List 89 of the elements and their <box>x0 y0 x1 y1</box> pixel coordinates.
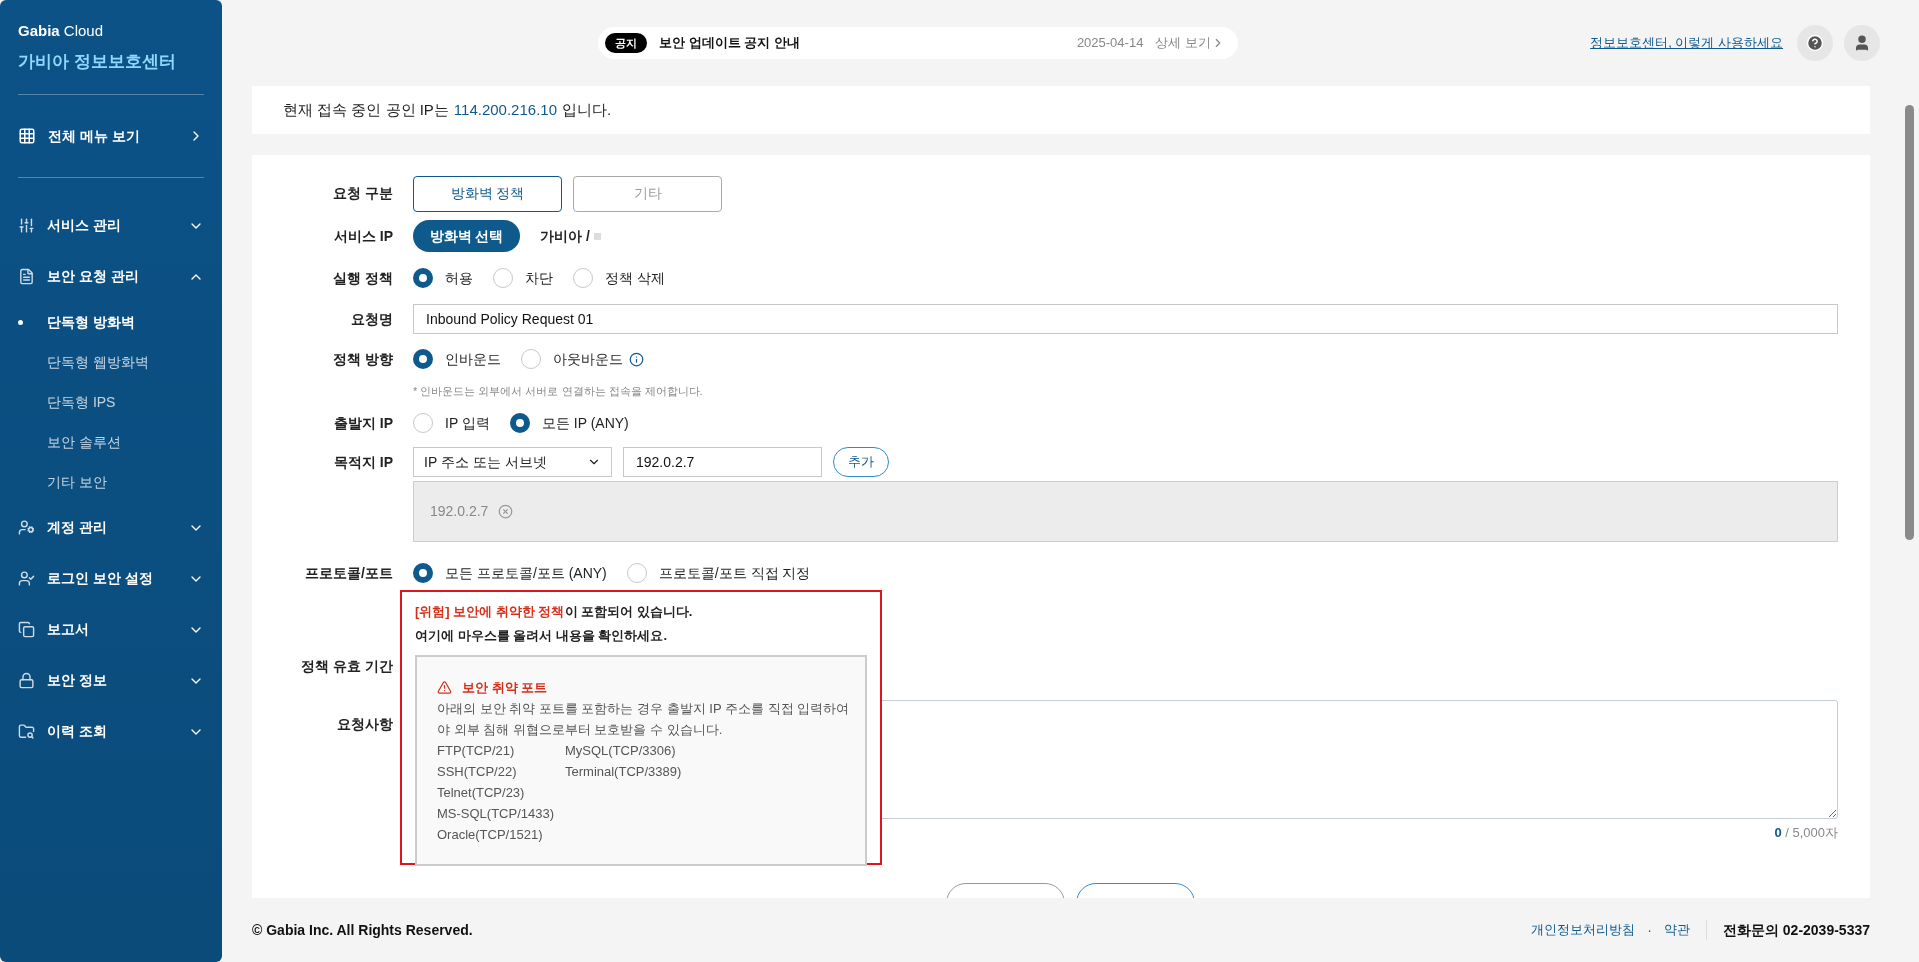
port-item: Telnet(TCP/23) <box>437 784 526 802</box>
port-item: FTP(TCP/21) <box>437 742 516 760</box>
guide-link[interactable]: 정보보호센터, 이렇게 사용하세요 <box>1590 33 1783 53</box>
radio-label: 아웃바운드 <box>553 349 623 369</box>
radio-button[interactable] <box>413 349 433 369</box>
profile-button[interactable] <box>1844 25 1880 61</box>
firewall-select-button[interactable]: 방화벽 선택 <box>413 220 520 252</box>
radio-label: 모든 IP (ANY) <box>541 413 629 433</box>
ip-address: 114.200.216.10 <box>453 99 557 120</box>
port-item: Oracle(TCP/1521) <box>437 826 544 844</box>
info-icon[interactable] <box>629 351 644 367</box>
ip-input[interactable]: 192.0.2.7 <box>623 447 822 477</box>
radio-button[interactable] <box>413 268 433 288</box>
radio-label: 프로토콜/포트 직접 지정 <box>658 563 811 583</box>
field-label: 목적지 IP <box>333 453 393 470</box>
radio-button[interactable] <box>413 563 433 583</box>
sidebar-menu-item[interactable]: 서비스 관리 <box>18 200 204 251</box>
folder-search-icon <box>18 723 35 740</box>
service-ip-value: 가비아 / <box>540 226 590 246</box>
warning-instruction: 여기에 마우스를 올려서 내용을 확인하세요. <box>415 626 669 645</box>
notice-bar[interactable]: 공지 보안 업데이트 공지 안내 2025-04-14 상세 보기 <box>598 27 1238 59</box>
phone-text: 전화문의 02-2039-5337 <box>1722 920 1870 940</box>
sidebar-menu-item[interactable]: 보안 요청 관리 <box>18 251 204 302</box>
sidebar-submenu-item[interactable]: 단독형 웹방화벽 <box>18 342 204 382</box>
notice-title: 보안 업데이트 공지 안내 <box>659 34 801 53</box>
sidebar-menu-item[interactable]: 보고서 <box>18 604 204 655</box>
ip-chip-text: 192.0.2.7 <box>430 502 489 521</box>
radio-label: 차단 <box>525 268 553 288</box>
field-label: 실행 정책 <box>333 269 393 286</box>
direction-note: * 인바운드는 외부에서 서버로 연결하는 접속을 제어합니다. <box>413 383 703 399</box>
warning-icon <box>437 680 452 695</box>
port-item: MySQL(TCP/3306) <box>565 742 677 760</box>
panel-title: 보안 취약 포트 <box>462 679 548 697</box>
radio-label: IP 입력 <box>445 413 490 433</box>
notice-badge: 공지 <box>605 32 647 54</box>
panel-description: 아래의 보안 취약 포트를 포함하는 경우 출발지 IP 주소를 직접 입력하여야 외부 침해 위협으로부터 보호받을 수 있습니다. <box>437 700 851 739</box>
char-counter: 0 / 5,000자 <box>1774 824 1838 842</box>
field-label: 요청명 <box>351 310 393 327</box>
lock-icon <box>18 672 35 689</box>
field-label: 정책 방향 <box>333 350 393 367</box>
square-icon <box>593 232 601 240</box>
sidebar-title: 가비아 정보보호센터 <box>18 50 177 73</box>
radio-label: 정책 삭제 <box>605 268 665 288</box>
field-label: 출발지 IP <box>333 414 393 431</box>
separator-dot: · <box>1647 920 1652 940</box>
port-item: SSH(TCP/22) <box>437 763 518 781</box>
ip-info-text: 현재 접속 중인 공인 IP는 <box>283 99 449 120</box>
port-item: MS-SQL(TCP/1433) <box>437 805 556 823</box>
radio-label: 허용 <box>445 268 473 288</box>
all-menu-button[interactable]: 전체 메뉴 보기 <box>18 95 204 177</box>
radio-label: 인바운드 <box>445 349 501 369</box>
sidebar-menu-item[interactable]: 계정 관리 <box>18 502 204 553</box>
radio-button[interactable] <box>509 413 530 433</box>
sidebar-submenu-item[interactable]: 단독형 IPS <box>18 382 204 422</box>
sidebar-menu-item[interactable]: 로그인 보안 설정 <box>18 553 204 604</box>
grid-icon <box>18 127 36 145</box>
request-type-tab[interactable]: 방화벽 정책 <box>413 175 562 212</box>
user-gear-icon <box>18 519 35 536</box>
copy-icon <box>18 621 35 638</box>
sliders-icon <box>18 217 35 234</box>
sidebar-submenu-item[interactable]: 기타 보안 <box>18 462 204 502</box>
footer-link[interactable]: 약관 <box>1663 920 1690 940</box>
help-button[interactable] <box>1797 25 1833 61</box>
remove-icon[interactable] <box>498 504 514 519</box>
brand-logo: Gabia Cloud <box>18 21 105 41</box>
warning-headline: [위험] 보안에 취약한 정책 이 포함되어 있습니다. <box>415 603 694 621</box>
bullet-icon <box>18 319 23 325</box>
sidebar-menu-item[interactable]: 이력 조회 <box>18 706 204 757</box>
ip-info-text: 입니다. <box>562 99 612 120</box>
help-icon <box>1806 34 1824 52</box>
field-label: 정책 유효 기간 <box>301 657 393 674</box>
copyright-text: © Gabia Inc. All Rights Reserved. <box>252 920 474 940</box>
request-name-input[interactable]: Inbound Policy Request 01 <box>413 304 1838 334</box>
port-item: Terminal(TCP/3389) <box>565 763 683 781</box>
field-label: 요청사항 <box>337 716 393 732</box>
field-label: 프로토콜/포트 <box>305 564 393 581</box>
field-label: 요청 구분 <box>333 185 393 201</box>
user-icon <box>1853 34 1871 52</box>
notice-date: 2025-04-14 <box>1076 34 1144 53</box>
user-check-icon <box>18 570 35 587</box>
field-label: 서비스 IP <box>333 227 393 244</box>
detail-link[interactable]: 상세 보기 <box>1155 33 1225 53</box>
radio-label: 모든 프로토콜/포트 (ANY) <box>445 563 607 583</box>
sidebar-submenu-item[interactable]: 단독형 방화벽 <box>18 302 204 342</box>
sidebar-submenu-item[interactable]: 보안 솔루션 <box>18 422 204 462</box>
footer-link[interactable]: 개인정보처리방침 <box>1531 920 1636 940</box>
sidebar-menu-item[interactable]: 보안 정보 <box>18 655 204 706</box>
ip-type-select[interactable]: IP 주소 또는 서브넷 <box>413 447 612 477</box>
document-icon <box>18 268 35 285</box>
